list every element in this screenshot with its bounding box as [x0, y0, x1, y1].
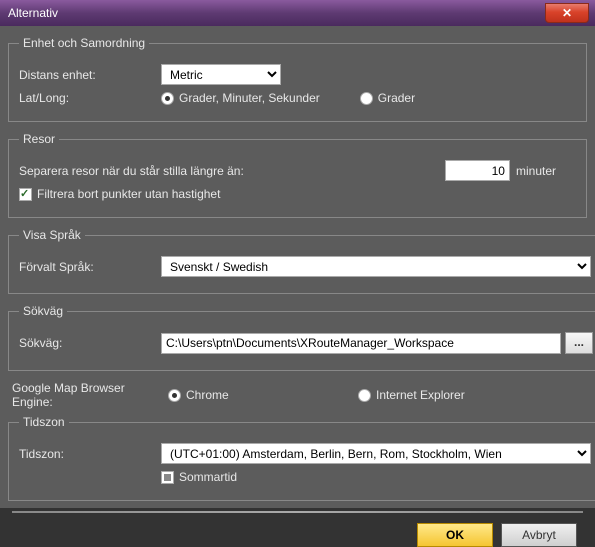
latlong-dms-label: Grader, Minuter, Sekunder [179, 91, 320, 105]
close-button[interactable]: ✕ [545, 3, 589, 23]
dialog-buttons: OK Avbryt [6, 523, 589, 547]
latlong-dms-option[interactable]: Grader, Minuter, Sekunder [161, 91, 320, 105]
radio-icon [360, 92, 373, 105]
engine-chrome-label: Chrome [186, 388, 229, 402]
language-legend: Visa Språk [19, 228, 85, 242]
latlong-deg-option[interactable]: Grader [360, 91, 415, 105]
language-select[interactable]: Svenskt / Swedish [161, 256, 591, 277]
separate-trips-label: Separera resor när du står stilla längre… [19, 164, 445, 178]
radio-icon [161, 92, 174, 105]
path-label: Sökväg: [19, 336, 161, 350]
path-group: Sökväg Sökväg: ... [8, 304, 595, 371]
titlebar: Alternativ ✕ [0, 0, 595, 26]
filter-nospeed-checkbox[interactable]: Filtrera bort punkter utan hastighet [19, 187, 220, 201]
checkbox-icon [19, 188, 32, 201]
browser-engine-label: Google Map Browser Engine: [12, 381, 168, 409]
engine-ie-label: Internet Explorer [376, 388, 465, 402]
cancel-button[interactable]: Avbryt [501, 523, 577, 547]
dst-label: Sommartid [179, 470, 237, 484]
engine-chrome-option[interactable]: Chrome [168, 388, 318, 402]
radio-icon [168, 389, 181, 402]
timezone-label: Tidszon: [19, 447, 161, 461]
distance-unit-label: Distans enhet: [19, 68, 161, 82]
path-legend: Sökväg [19, 304, 67, 318]
window-title: Alternativ [8, 6, 58, 20]
radio-icon [358, 389, 371, 402]
close-icon: ✕ [562, 6, 572, 20]
ok-button[interactable]: OK [417, 523, 493, 547]
latlong-deg-label: Grader [378, 91, 415, 105]
language-label: Förvalt Språk: [19, 260, 161, 274]
timezone-select[interactable]: (UTC+01:00) Amsterdam, Berlin, Bern, Rom… [161, 443, 591, 464]
separate-unit-label: minuter [516, 164, 556, 178]
trips-legend: Resor [19, 132, 59, 146]
filter-nospeed-label: Filtrera bort punkter utan hastighet [37, 187, 220, 201]
checkbox-icon [161, 471, 174, 484]
latlong-label: Lat/Long: [19, 91, 161, 105]
engine-ie-option[interactable]: Internet Explorer [358, 388, 465, 402]
unit-group: Enhet och Samordning Distans enhet: Metr… [8, 36, 587, 122]
language-group: Visa Språk Förvalt Språk: Svenskt / Swed… [8, 228, 595, 294]
dst-checkbox[interactable]: Sommartid [161, 470, 237, 484]
separator [12, 511, 583, 513]
timezone-group: Tidszon Tidszon: (UTC+01:00) Amsterdam, … [8, 415, 595, 501]
unit-legend: Enhet och Samordning [19, 36, 149, 50]
path-input[interactable] [161, 333, 561, 354]
timezone-legend: Tidszon [19, 415, 69, 429]
trips-group: Resor Separera resor när du står stilla … [8, 132, 587, 218]
dialog-content: Enhet och Samordning Distans enhet: Metr… [0, 26, 595, 508]
distance-unit-select[interactable]: Metric [161, 64, 281, 85]
browse-button[interactable]: ... [565, 332, 593, 354]
separate-minutes-input[interactable] [445, 160, 510, 181]
